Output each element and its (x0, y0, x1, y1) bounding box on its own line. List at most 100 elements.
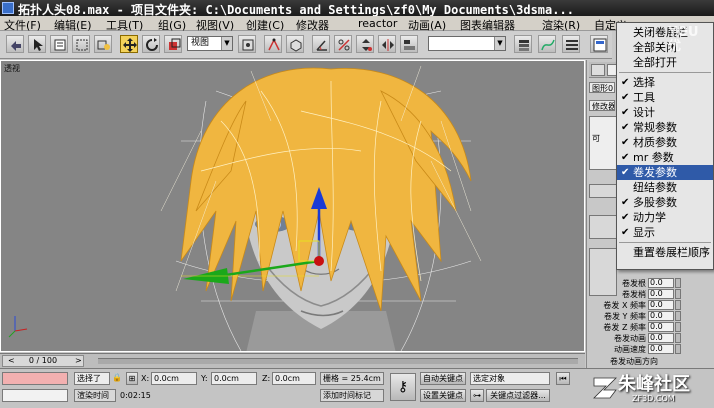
maxscript-mini-listener[interactable] (2, 389, 68, 402)
context-menu-item[interactable]: 重置卷展栏顺序 (617, 245, 713, 260)
render-time-value: 0:02:15 (120, 391, 151, 400)
param-row: 卷发 X 频率 0.0 (590, 300, 710, 311)
align-icon[interactable] (400, 35, 418, 53)
layer-manager-icon[interactable] (514, 35, 532, 53)
context-menu-item[interactable]: ✔ 常规参数 (617, 120, 713, 135)
next-frame-icon[interactable]: > (75, 356, 82, 365)
menu-reactor[interactable]: reactor (358, 17, 397, 30)
context-menu-label: 选择 (633, 76, 655, 89)
lock-selection-icon[interactable]: 🔒 (112, 373, 122, 382)
named-selection-combo[interactable]: ▼ (428, 36, 506, 51)
modifier-stack-item[interactable]: 可 (592, 133, 600, 144)
context-menu-label: 设计 (633, 106, 655, 119)
context-menu-item[interactable]: ✔ mr 参数 (617, 150, 713, 165)
context-menu-item[interactable]: 纽结参数 (617, 180, 713, 195)
context-menu-item[interactable]: ✔ 工具 (617, 90, 713, 105)
material-editor-icon[interactable] (590, 35, 608, 53)
select-by-name-icon[interactable] (50, 35, 68, 53)
video-watermark-logo: YOU 优 (668, 26, 714, 54)
param-spinner[interactable] (675, 278, 681, 288)
viewport-scene (8, 65, 482, 351)
checkmark-icon: ✔ (621, 167, 630, 178)
param-row: 卷发梢 0.0 (590, 289, 710, 300)
select-arrow-icon[interactable] (28, 35, 46, 53)
x-coordinate-field[interactable]: 0.0cm (151, 372, 197, 385)
site-watermark-url: ZF3D.COM (632, 394, 675, 403)
pivot-center-icon[interactable] (238, 35, 256, 53)
param-spinner[interactable] (675, 344, 681, 354)
y-coordinate-field[interactable]: 0.0cm (211, 372, 257, 385)
auto-key-button[interactable]: 自动关键点 (420, 372, 466, 385)
schematic-view-icon[interactable] (562, 35, 580, 53)
menu-bar: 文件(F) 编辑(E) 工具(T) 组(G) 视图(V) 创建(C) 修改器 r… (0, 16, 714, 32)
modifier-list-combo[interactable]: 修改器 (589, 100, 615, 111)
param-label: 卷发 X 频率 (603, 301, 646, 310)
object-name-field[interactable]: 图形01 (589, 82, 615, 93)
prev-frame-icon[interactable]: < (8, 356, 15, 365)
param-input[interactable]: 0.0 (648, 300, 674, 310)
param-spinner[interactable] (675, 300, 681, 310)
context-menu-item[interactable]: ✔ 动力学 (617, 210, 713, 225)
angle-snap-icon[interactable] (312, 35, 330, 53)
param-input[interactable]: 0.0 (648, 311, 674, 321)
window-crossing-icon[interactable] (94, 35, 112, 53)
key-icon[interactable]: ⚷ (390, 373, 416, 401)
chevron-down-icon: ▼ (221, 37, 232, 50)
param-spinner[interactable] (675, 289, 681, 299)
select-manipulate-icon[interactable] (264, 35, 282, 53)
create-tab-icon[interactable] (591, 64, 605, 76)
go-to-start-icon[interactable]: ⏮ (556, 372, 570, 385)
absolute-mode-icon[interactable]: ⊞ (126, 372, 138, 385)
param-input[interactable]: 0.0 (648, 289, 674, 299)
region-select-icon[interactable] (72, 35, 90, 53)
spinner-snap-icon[interactable] (356, 35, 374, 53)
param-row: 卷发 Z 频率 0.0 (590, 322, 710, 333)
reference-coordinate-combo[interactable]: 视图 ▼ (187, 36, 233, 51)
maxscript-listener[interactable] (2, 372, 68, 385)
modifier-stack[interactable]: 可 (589, 116, 617, 170)
param-spinner[interactable] (675, 333, 681, 343)
context-menu-item[interactable]: ✔ 选择 (617, 75, 713, 90)
site-watermark: 朱峰社区 ZF3D.COM (588, 368, 714, 408)
scale-icon[interactable] (164, 35, 182, 53)
rotate-icon[interactable] (142, 35, 160, 53)
pin-stack-icon[interactable] (589, 184, 617, 198)
param-spinner[interactable] (675, 311, 681, 321)
move-icon[interactable] (120, 35, 138, 53)
watermark-corner-text: YOU 优 (668, 25, 699, 54)
key-filter-icon[interactable]: ⊶ (470, 389, 484, 402)
stack-controls[interactable] (589, 215, 617, 239)
param-spinner[interactable] (675, 322, 681, 332)
param-input[interactable]: 0.0 (648, 333, 674, 343)
main-toolbar: 视图 ▼ ▼ (0, 31, 612, 59)
context-menu-label: 动力学 (633, 211, 666, 224)
curve-editor-icon[interactable] (538, 35, 556, 53)
perspective-viewport[interactable]: 透视 (0, 60, 585, 352)
mirror-icon[interactable] (378, 35, 396, 53)
x-label: X: (141, 374, 150, 383)
set-key-button[interactable]: 设置关键点 (420, 389, 466, 402)
context-menu-item[interactable]: ✔ 材质参数 (617, 135, 713, 150)
add-time-tag[interactable]: 添加时间标记 (320, 389, 384, 402)
context-menu-item[interactable]: 全部打开 (617, 55, 713, 70)
undo-icon[interactable] (6, 35, 24, 53)
percent-snap-icon[interactable] (334, 35, 352, 53)
param-label: 动画速度 (614, 345, 646, 354)
param-row: 卷发 Y 频率 0.0 (590, 311, 710, 322)
key-filters-button[interactable]: 关键点过滤器... (486, 389, 550, 402)
context-menu-label: 重置卷展栏顺序 (633, 246, 710, 259)
z-coordinate-field[interactable]: 0.0cm (272, 372, 316, 385)
time-track[interactable] (98, 358, 578, 364)
context-menu-item[interactable]: ✔ 显示 (617, 225, 713, 240)
param-input[interactable]: 0.0 (648, 278, 674, 288)
param-input[interactable]: 0.0 (648, 344, 674, 354)
context-menu-item[interactable]: ✔ 设计 (617, 105, 713, 120)
snap-toggle-icon[interactable] (286, 35, 304, 53)
param-label: 卷发 Y 频率 (604, 312, 646, 321)
app-icon[interactable] (2, 2, 14, 14)
site-logo-icon (593, 377, 617, 399)
context-menu-item[interactable]: ✔ 卷发参数 (617, 165, 713, 180)
context-menu-item[interactable]: ✔ 多股参数 (617, 195, 713, 210)
param-input[interactable]: 0.0 (648, 322, 674, 332)
key-selection-combo[interactable]: 选定对象 (470, 372, 550, 385)
